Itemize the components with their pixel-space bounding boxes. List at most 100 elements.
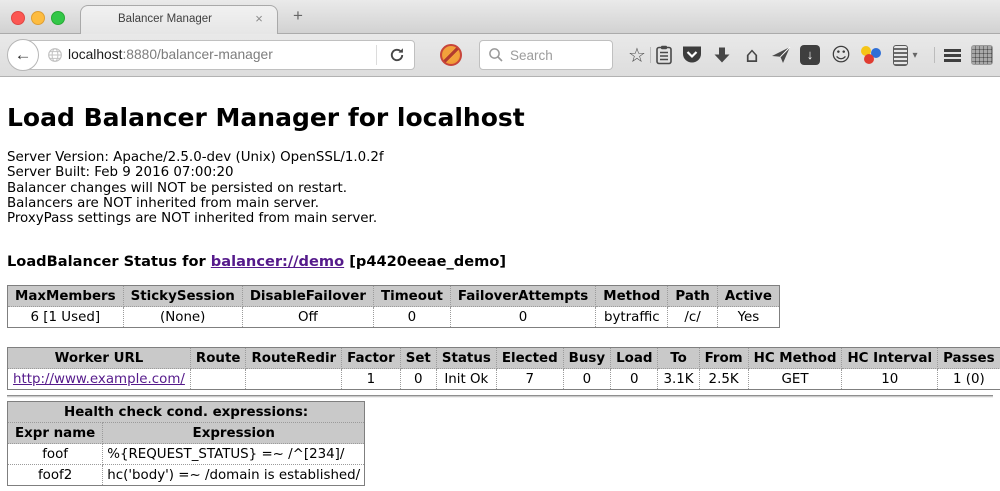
reload-icon[interactable]: [389, 47, 405, 68]
extension-dropdown-caret-icon[interactable]: ▾: [908, 43, 922, 67]
table-cell: Yes: [717, 307, 779, 328]
table-row: http://www.example.com/ 1 0 Init Ok 7 0 …: [8, 369, 1000, 390]
tab-balancer-manager[interactable]: Balancer Manager ×: [80, 5, 278, 34]
table-header-cell: From: [699, 348, 748, 369]
pocket-icon[interactable]: [680, 43, 704, 67]
health-check-table: Health check cond. expressions: Expr nam…: [7, 401, 365, 486]
table-header-row: MaxMembers StickySession DisableFailover…: [8, 286, 780, 307]
table-cell: (None): [123, 307, 242, 328]
table-header-cell: Busy: [563, 348, 610, 369]
navigation-toolbar: localhost:8880/balancer-manager ← ☆: [0, 34, 1000, 77]
table-cell: GET: [748, 369, 842, 390]
table-header-cell: Passes: [938, 348, 1000, 369]
table-cell: 0: [563, 369, 610, 390]
menu-icon[interactable]: [940, 43, 964, 67]
table-header-cell: Worker URL: [8, 348, 191, 369]
keyboard-extension-icon[interactable]: [970, 43, 994, 67]
red-ball-icon: [864, 54, 874, 64]
table-row: foof %{REQUEST_STATUS} =~ /^[234]/: [8, 444, 365, 465]
info-line-persist: Balancer changes will NOT be persisted o…: [7, 181, 993, 196]
url-hostname: localhost: [68, 47, 122, 62]
table-header-cell: Path: [668, 286, 717, 307]
worker-status-table: Worker URL Route RouteRedir Factor Set S…: [7, 347, 1000, 390]
table-header-cell: Method: [596, 286, 668, 307]
table-header-cell: HC Interval: [842, 348, 938, 369]
table-header-row: Health check cond. expressions:: [8, 402, 365, 423]
table-header-cell: DisableFailover: [242, 286, 373, 307]
window-zoom-button[interactable]: [51, 11, 65, 25]
loadbalancer-status-heading: LoadBalancer Status for balancer://demo …: [7, 253, 993, 270]
table-header-cell: To: [658, 348, 699, 369]
expression-cell: hc('body') =~ /domain is established/: [103, 465, 365, 486]
info-line-server-built: Server Built: Feb 9 2016 07:00:20: [7, 165, 993, 180]
table-cell: 2.5K: [699, 369, 748, 390]
table-cell: 0: [611, 369, 658, 390]
browser-window: Balancer Manager × + localhost:8880/bala…: [0, 0, 1000, 491]
expression-cell: %{REQUEST_STATUS} =~ /^[234]/: [103, 444, 365, 465]
blocked-plugin-icon[interactable]: [440, 44, 462, 66]
chat-extension-icon[interactable]: ☺: [829, 43, 853, 67]
downloads-icon[interactable]: [710, 43, 734, 67]
table-cell: 0: [400, 369, 436, 390]
table-cell: 1 (0): [938, 369, 1000, 390]
tab-close-icon[interactable]: ×: [251, 11, 267, 27]
table-header-cell: Expr name: [8, 423, 103, 444]
table-cell: Off: [242, 307, 373, 328]
table-header-cell: HC Method: [748, 348, 842, 369]
search-input[interactable]: [508, 42, 610, 68]
table-cell: 10: [842, 369, 938, 390]
table-header-cell: Active: [717, 286, 779, 307]
new-tab-button[interactable]: +: [288, 6, 308, 26]
info-line-inherit: Balancers are NOT inherited from main se…: [7, 196, 993, 211]
table-header-cell: Expression: [103, 423, 365, 444]
video-downloadhelper-icon[interactable]: [859, 43, 883, 67]
url-bar[interactable]: localhost:8880/balancer-manager: [21, 40, 415, 70]
balancer-demo-link[interactable]: balancer://demo: [211, 253, 344, 270]
table-header-row: Expr name Expression: [8, 423, 365, 444]
download-extension-icon[interactable]: ↓: [798, 43, 822, 67]
table-cell: [190, 369, 246, 390]
bookmarks-list-icon[interactable]: [652, 43, 676, 67]
table-header-cell: FailoverAttempts: [450, 286, 595, 307]
table-cell: 1: [342, 369, 401, 390]
page-title: Load Balancer Manager for localhost: [7, 103, 993, 132]
search-icon: [488, 47, 504, 68]
server-info: Server Version: Apache/2.5.0-dev (Unix) …: [7, 150, 993, 226]
table-cell: Init Ok: [436, 369, 496, 390]
table-header-cell: Elected: [496, 348, 563, 369]
send-tab-icon[interactable]: [769, 43, 793, 67]
balancer-settings-table: MaxMembers StickySession DisableFailover…: [7, 285, 780, 328]
table-cell: 6 [1 Used]: [8, 307, 124, 328]
info-line-server-version: Server Version: Apache/2.5.0-dev (Unix) …: [7, 150, 993, 165]
table-header-cell: Status: [436, 348, 496, 369]
table-header-cell: MaxMembers: [8, 286, 124, 307]
worker-url-link[interactable]: http://www.example.com/: [13, 372, 185, 387]
table-cell: [246, 369, 342, 390]
table-cell: 3.1K: [658, 369, 699, 390]
table-header-cell: StickySession: [123, 286, 242, 307]
toolbar-divider: [934, 47, 935, 63]
bookmark-star-icon[interactable]: ☆: [625, 43, 649, 67]
table-cell: 7: [496, 369, 563, 390]
expr-name-cell: foof2: [8, 465, 103, 486]
table-header-cell: Load: [611, 348, 658, 369]
search-bar[interactable]: [479, 40, 613, 70]
site-globe-icon: [47, 47, 63, 68]
tab-title: Balancer Manager: [81, 13, 249, 25]
expr-name-cell: foof: [8, 444, 103, 465]
table-row: 6 [1 Used] (None) Off 0 0 bytraffic /c/ …: [8, 307, 780, 328]
page-content: Load Balancer Manager for localhost Serv…: [0, 103, 1000, 491]
table-row: foof2 hc('body') =~ /domain is establish…: [8, 465, 365, 486]
table-header-row: Worker URL Route RouteRedir Factor Set S…: [8, 348, 1000, 369]
titlebar: Balancer Manager × +: [0, 0, 1000, 34]
back-button[interactable]: ←: [7, 39, 39, 71]
table-header-cell: RouteRedir: [246, 348, 342, 369]
url-text[interactable]: localhost:8880/balancer-manager: [68, 47, 273, 62]
table-header-cell: Factor: [342, 348, 401, 369]
table-cell: /c/: [668, 307, 717, 328]
window-close-button[interactable]: [11, 11, 25, 25]
home-icon[interactable]: ⌂: [740, 43, 764, 67]
table-header-cell: Route: [190, 348, 246, 369]
window-minimize-button[interactable]: [31, 11, 45, 25]
worker-url-cell: http://www.example.com/: [8, 369, 191, 390]
